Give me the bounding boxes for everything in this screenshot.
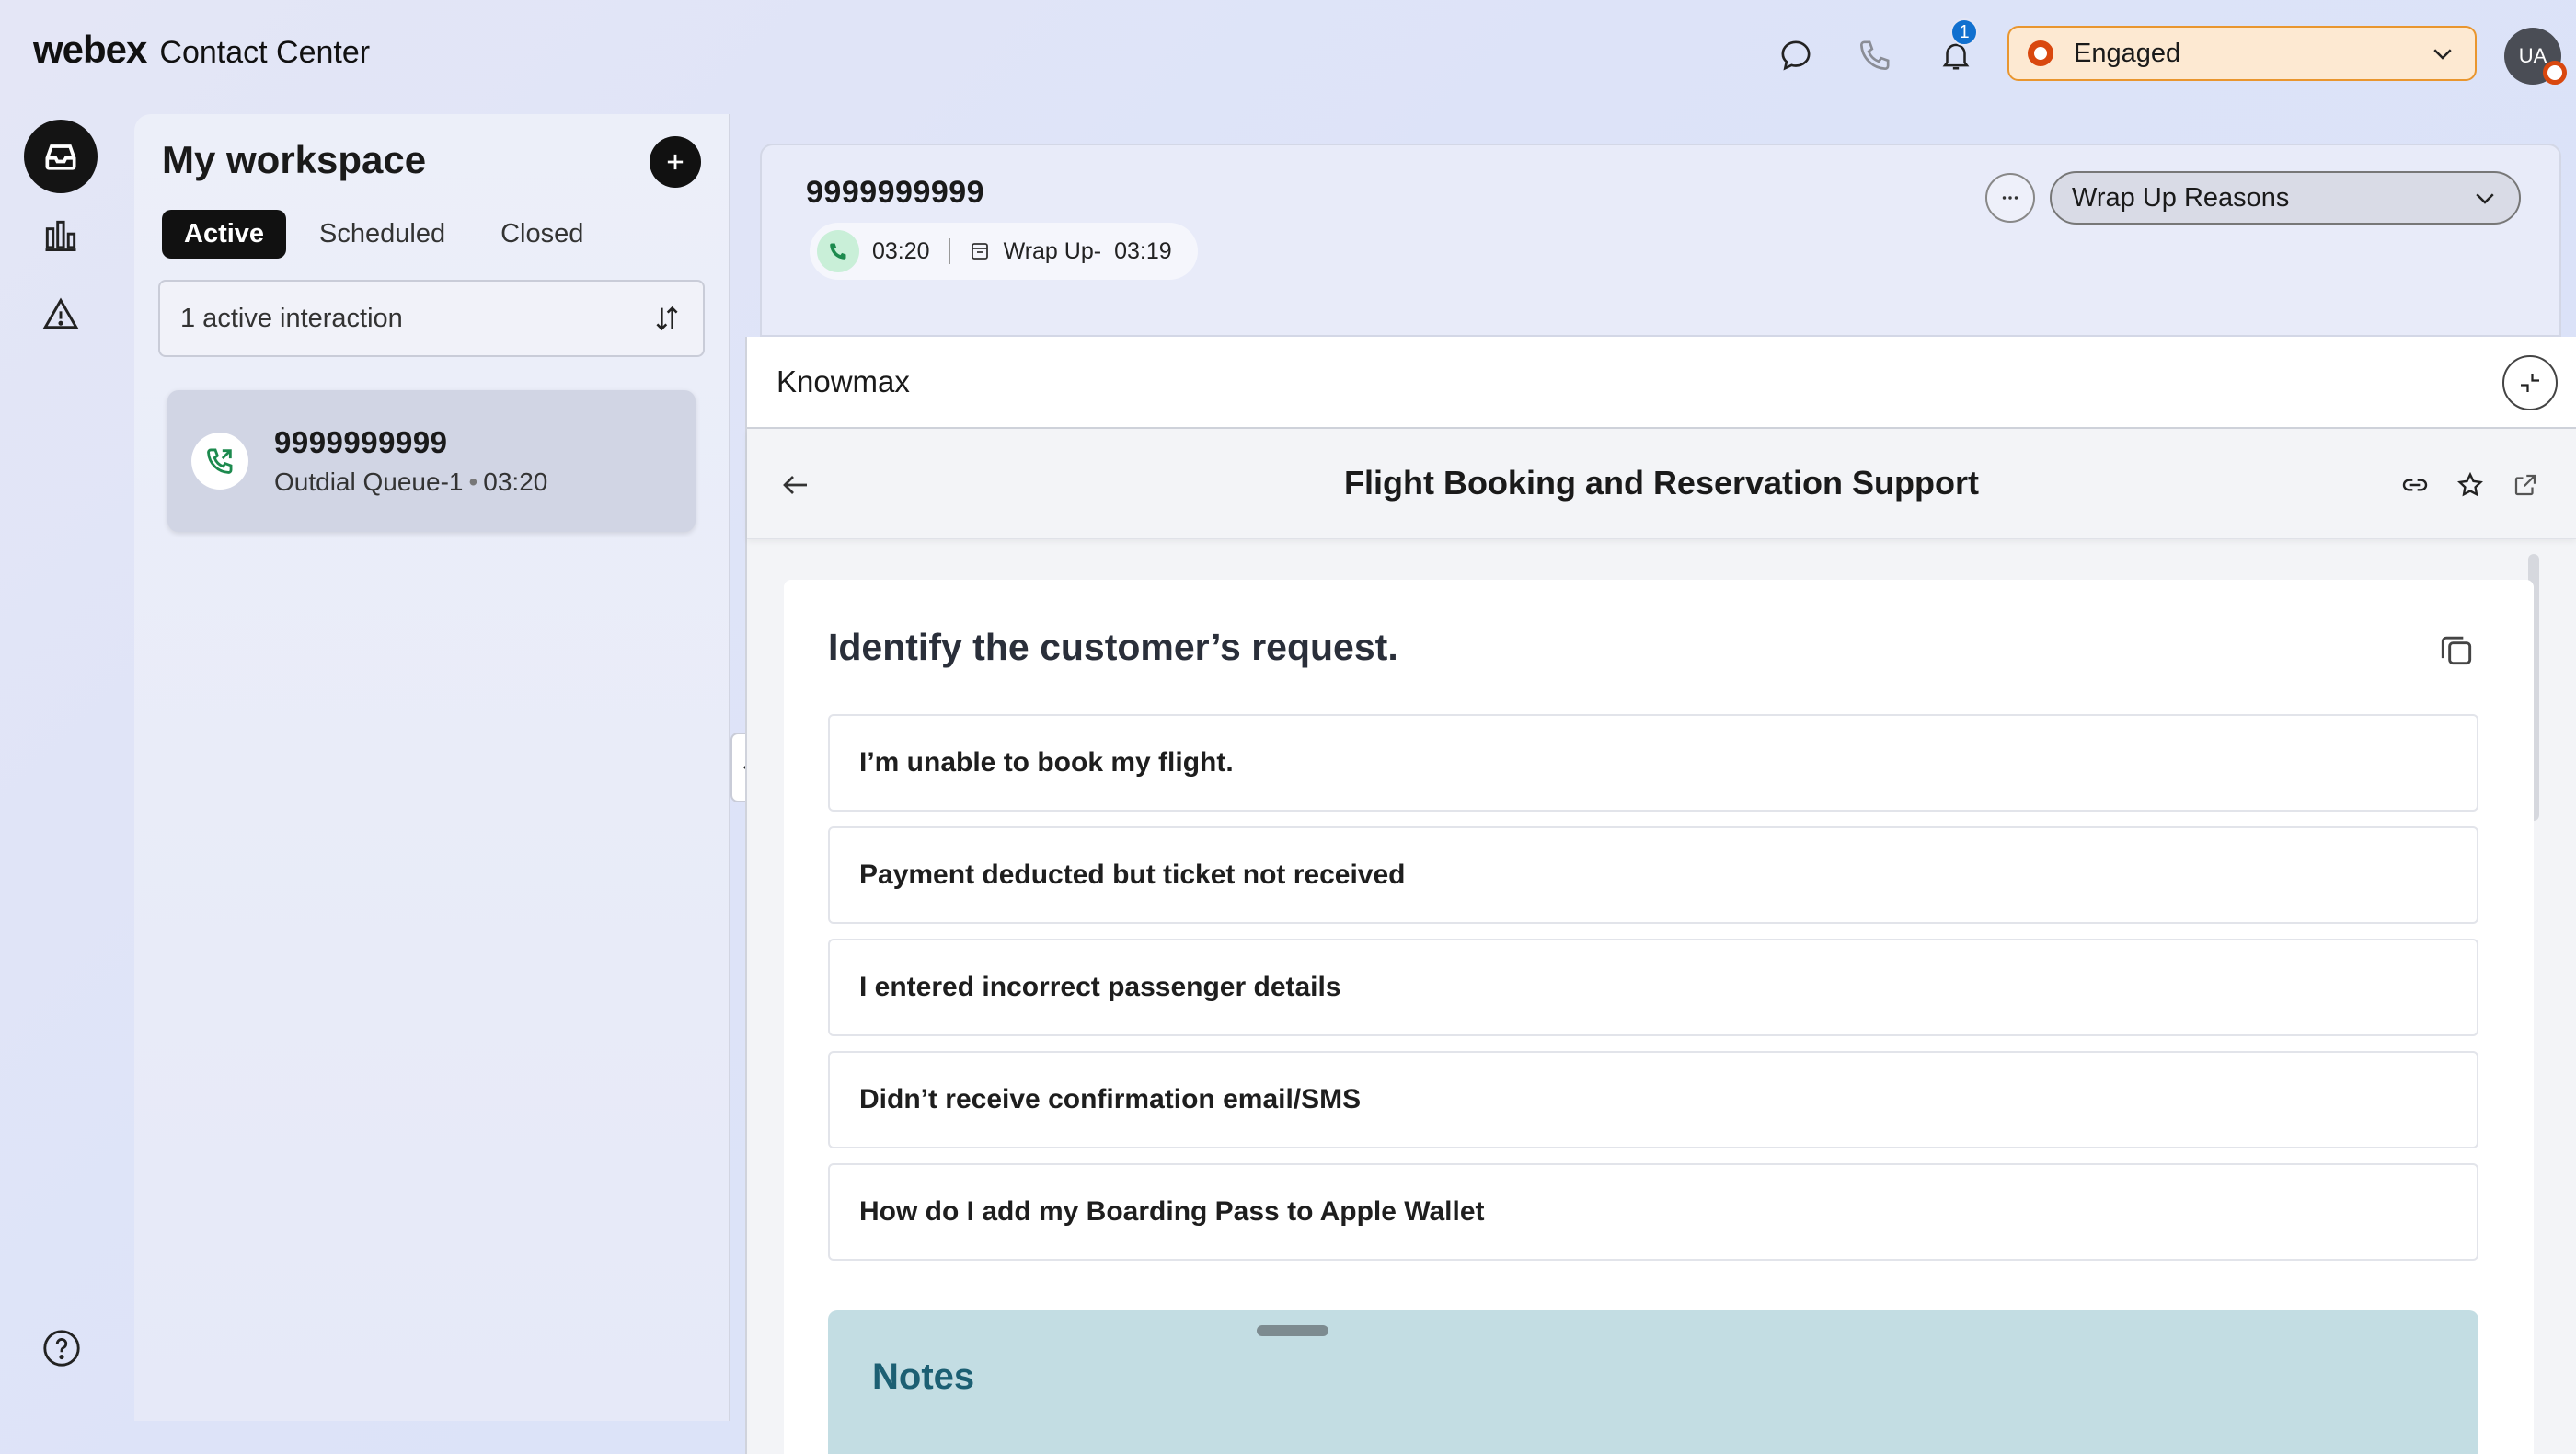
call-timer: 03:20 — [872, 237, 930, 264]
external-link-icon — [2512, 471, 2539, 499]
option-no-confirmation[interactable]: Didn’t receive confirmation email/SMS — [828, 1051, 2478, 1148]
document-content: Identify the customer’s request. I’m una… — [784, 580, 2534, 1454]
notifications-button[interactable]: 1 — [1932, 18, 1980, 79]
wrapup-reasons-label: Wrap Up Reasons — [2072, 182, 2290, 213]
outdial-call-icon — [191, 433, 248, 490]
minimize-widget-button[interactable] — [2502, 355, 2558, 410]
option-payment-deducted[interactable]: Payment deducted but ticket not received — [828, 826, 2478, 924]
wrapup-icon — [969, 240, 991, 262]
webex-logo-text: webex — [33, 28, 147, 71]
avatar-status-indicator — [2543, 61, 2567, 85]
request-options: I’m unable to book my flight. Payment de… — [828, 714, 2478, 1275]
workspace-tabs: Active Scheduled Closed — [162, 210, 605, 259]
chevron-down-icon — [2471, 184, 2499, 212]
help-button[interactable] — [40, 1327, 83, 1369]
nav-inbox[interactable] — [24, 120, 98, 193]
notes-title: Notes — [872, 1356, 975, 1397]
more-options-button[interactable] — [1985, 173, 2035, 223]
interaction-filter: 1 active interaction — [158, 280, 705, 357]
wrapup-reasons-dropdown[interactable]: Wrap Up Reasons — [2050, 171, 2521, 225]
step-title: Identify the customer’s request. — [828, 626, 1398, 668]
back-button[interactable] — [775, 464, 817, 506]
copy-button[interactable] — [2434, 628, 2478, 672]
top-bar: webex Contact Center 1 Engaged UA — [0, 0, 2576, 109]
timer-separator — [948, 238, 950, 264]
minimize-icon — [2516, 369, 2544, 397]
workspace-title: My workspace — [162, 138, 427, 181]
tab-scheduled[interactable]: Scheduled — [297, 210, 467, 259]
task-phone-number: 9999999999 — [274, 425, 448, 459]
tab-active[interactable]: Active — [162, 210, 287, 259]
favorite-button[interactable] — [2451, 466, 2490, 504]
agent-state-label: Engaged — [2074, 38, 2181, 68]
copy-icon — [2436, 629, 2477, 670]
call-icon — [817, 230, 859, 272]
option-unable-to-book[interactable]: I’m unable to book my flight. — [828, 714, 2478, 812]
star-icon — [2455, 470, 2485, 500]
knowmax-bar: Knowmax — [747, 337, 2576, 429]
notes-panel: Notes — [828, 1310, 2478, 1454]
open-external-button[interactable] — [2506, 466, 2545, 504]
more-icon — [1998, 186, 2022, 210]
nav-alerts[interactable] — [24, 278, 98, 352]
wrapup-label: Wrap Up- — [1003, 237, 1102, 264]
option-boarding-pass-wallet[interactable]: How do I add my Boarding Pass to Apple W… — [828, 1163, 2478, 1261]
user-avatar[interactable]: UA — [2504, 28, 2567, 85]
interaction-timers: 03:20 Wrap Up- 03:19 — [810, 223, 1198, 280]
new-interaction-button[interactable] — [650, 136, 701, 188]
link-icon — [2400, 470, 2430, 500]
task-details: Outdial Queue-1 • 03:20 — [274, 467, 547, 497]
option-incorrect-details[interactable]: I entered incorrect passenger details — [828, 939, 2478, 1036]
help-icon — [40, 1327, 83, 1369]
nav-analytics[interactable] — [24, 199, 98, 272]
knowmax-widget: Knowmax Flight Booking and Reservation S… — [745, 337, 2576, 1454]
left-navigation — [0, 109, 129, 1454]
tab-closed[interactable]: Closed — [478, 210, 605, 259]
avatar-initials: UA — [2518, 44, 2547, 67]
active-interaction-count: 1 active interaction — [180, 303, 403, 333]
product-name: Contact Center — [159, 35, 371, 70]
workspace-panel: My workspace Active Scheduled Closed 1 a… — [134, 114, 729, 1421]
task-queue: Outdial Queue-1 — [274, 467, 464, 496]
knowmax-title: Knowmax — [776, 364, 910, 398]
inbox-icon — [40, 136, 81, 177]
brand-logo: webex Contact Center — [33, 28, 370, 72]
document-header: Flight Booking and Reservation Support — [747, 429, 2576, 539]
analytics-icon — [40, 215, 81, 256]
wrapup-timer: 03:19 — [1114, 237, 1172, 264]
phone-icon[interactable] — [1851, 31, 1899, 79]
separator-dot: • — [468, 467, 478, 496]
interaction-header: 9999999999 03:20 Wrap Up- 03:19 Wrap Up … — [760, 144, 2561, 337]
alert-icon — [40, 294, 81, 335]
document-title: Flight Booking and Reservation Support — [1343, 464, 1979, 502]
task-card[interactable]: 9999999999 Outdial Queue-1 • 03:20 — [167, 390, 696, 532]
interaction-phone-number: 9999999999 — [806, 175, 985, 210]
sort-icon[interactable] — [651, 303, 683, 334]
plus-icon — [662, 149, 688, 175]
task-duration: 03:20 — [483, 467, 548, 496]
chat-icon[interactable] — [1772, 31, 1820, 79]
notes-drag-handle[interactable] — [1257, 1325, 1328, 1336]
notification-badge: 1 — [1950, 18, 1978, 46]
engaged-status-icon — [2028, 40, 2053, 66]
copy-link-button[interactable] — [2396, 466, 2434, 504]
chevron-down-icon — [2429, 40, 2456, 67]
agent-state-dropdown[interactable]: Engaged — [2007, 26, 2477, 81]
arrow-left-icon — [779, 468, 812, 502]
